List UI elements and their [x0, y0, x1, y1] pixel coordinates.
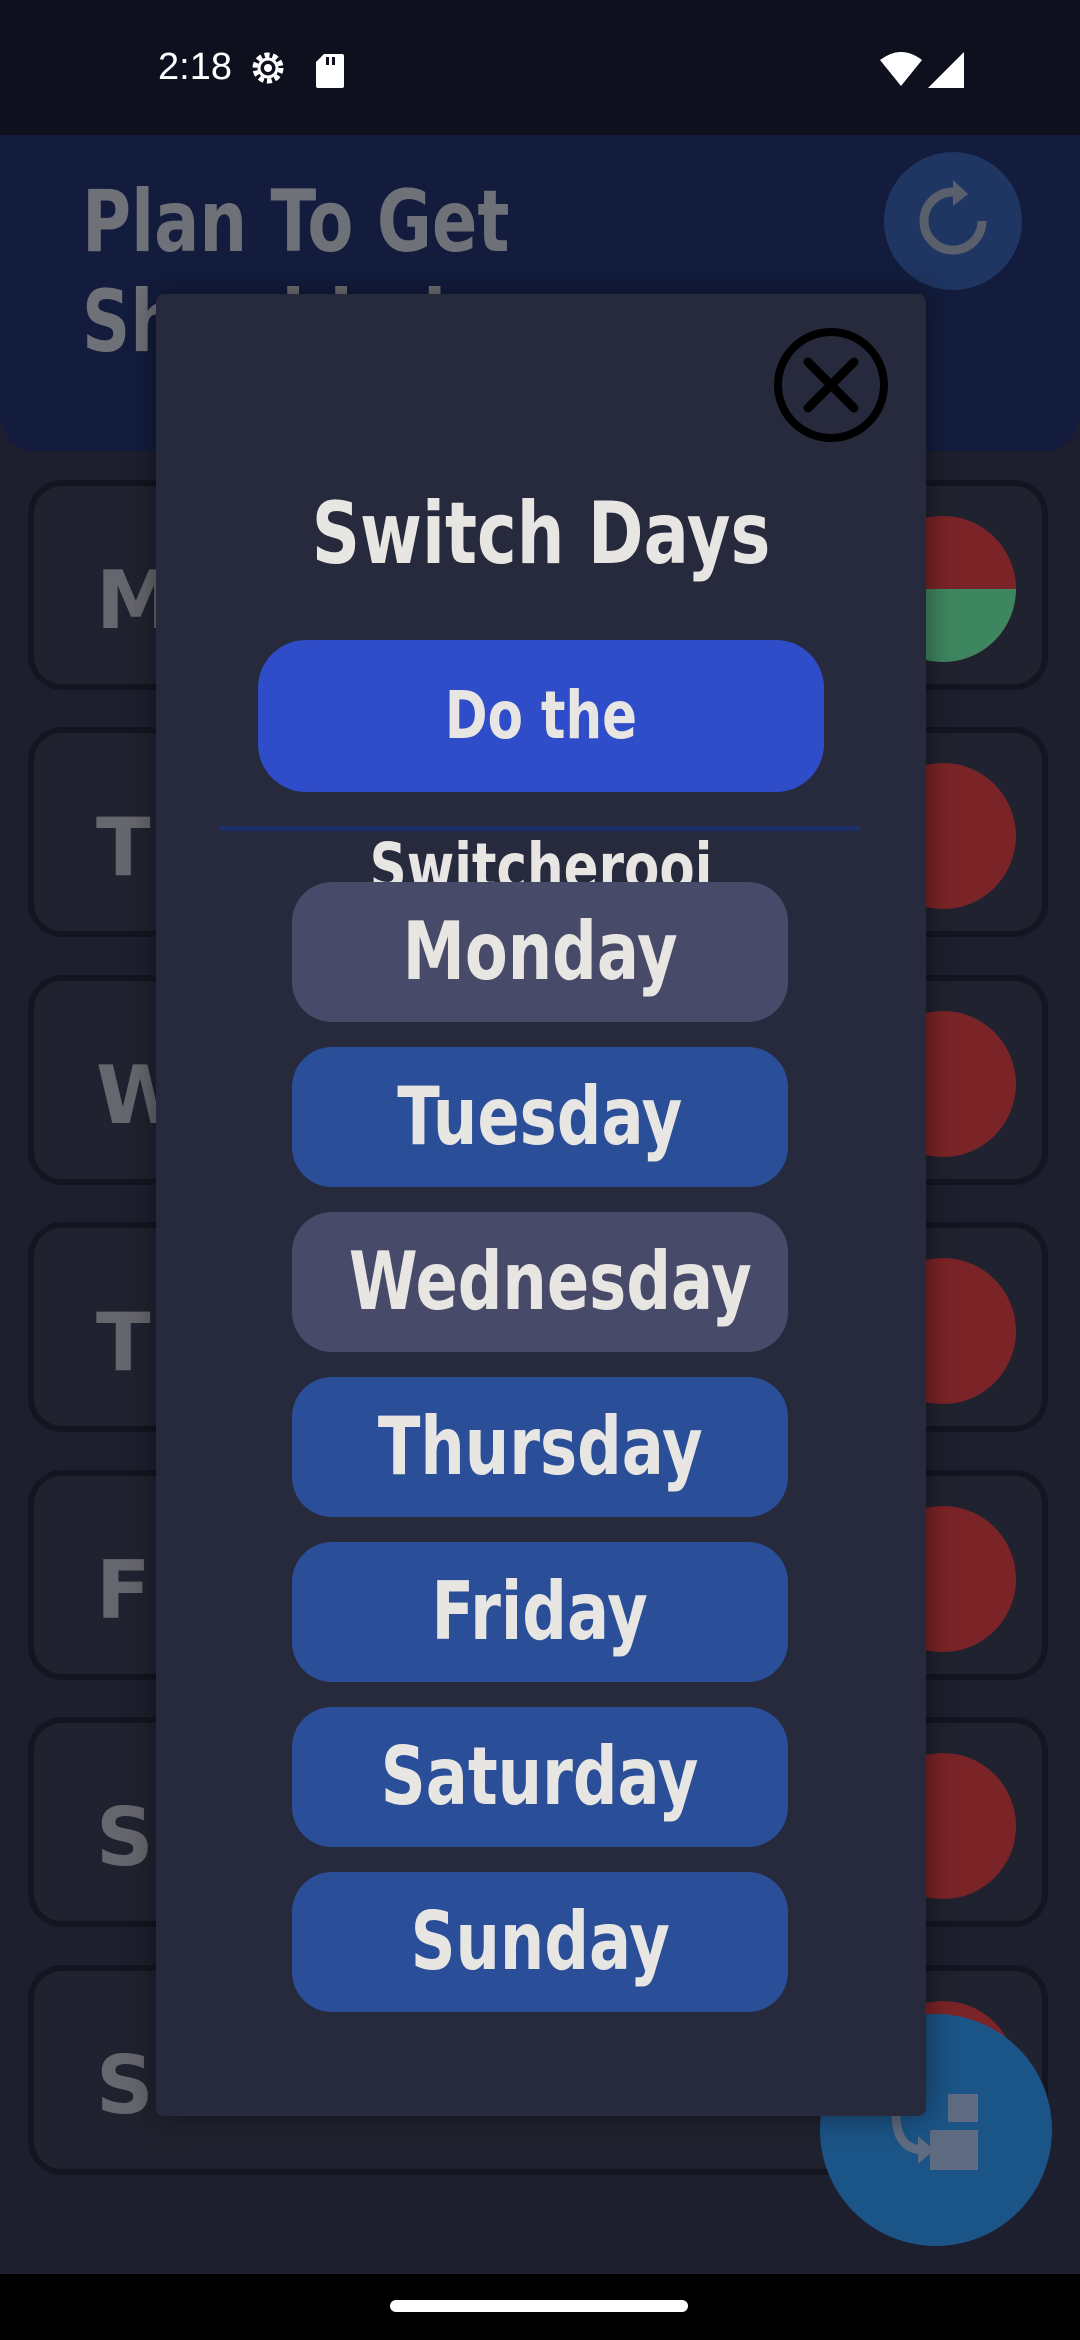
day-button-saturday[interactable]: Saturday [292, 1707, 788, 1847]
day-card-letter: S [96, 2039, 154, 2132]
wifi-icon [880, 52, 922, 86]
day-button-monday[interactable]: Monday [292, 882, 788, 1022]
day-button-wednesday[interactable]: Wednesday [292, 1212, 788, 1352]
settings-icon [252, 52, 284, 84]
day-card-letter: F [96, 1544, 151, 1637]
do-switch-button[interactable]: Do the Switcherooi [258, 640, 824, 906]
day-card-letter: S [96, 1791, 154, 1884]
dialog-title: Switch Days [311, 484, 771, 584]
reset-button[interactable] [884, 152, 1022, 290]
signal-icon [928, 52, 964, 88]
day-button-friday[interactable]: Friday [292, 1542, 788, 1682]
close-icon[interactable] [772, 326, 890, 444]
sd-card-icon [316, 54, 344, 88]
day-card-letter: T [96, 801, 151, 894]
switch-days-dialog: Switch Days Do the Switcherooi Monday Tu… [156, 294, 926, 2116]
reset-icon [919, 180, 987, 255]
status-time: 2:18 [158, 46, 232, 88]
day-button-tuesday[interactable]: Tuesday [292, 1047, 788, 1187]
day-button-thursday[interactable]: Thursday [292, 1377, 788, 1517]
day-card-letter: T [96, 1296, 151, 1389]
divider [220, 826, 860, 831]
home-gesture-handle[interactable] [390, 2300, 688, 2312]
day-button-sunday[interactable]: Sunday [292, 1872, 788, 2012]
